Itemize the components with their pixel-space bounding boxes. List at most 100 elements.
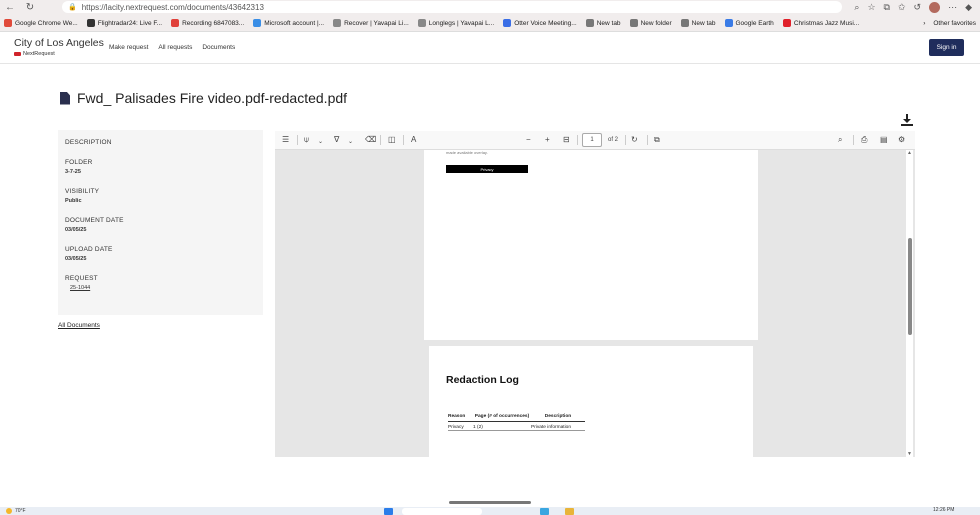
history-icon[interactable]: ↺: [914, 2, 922, 13]
toolbar-separator: [853, 135, 854, 145]
all-documents-link[interactable]: All Documents: [58, 322, 100, 329]
toolbar-separator: [380, 135, 381, 145]
zoom-icon[interactable]: ⌕: [854, 2, 859, 13]
contents-icon[interactable]: ☰: [282, 135, 289, 145]
bookmark-label: Google Chrome We...: [15, 19, 78, 27]
bookmark-favicon-icon: [171, 19, 180, 27]
bookmark-item[interactable]: Recording 6847083...: [171, 19, 244, 27]
meta-upload-date-value: 03/05/25: [65, 256, 87, 262]
page1-text: made available overlay.: [446, 150, 488, 155]
bookmark-label: New folder: [640, 19, 672, 27]
top-nav: Make request All requests Documents: [109, 44, 235, 51]
settings-gear-icon[interactable]: ⚙: [898, 135, 905, 145]
bookmark-label: Recording 6847083...: [182, 19, 245, 27]
bookmark-item[interactable]: Christmas Jazz Musi...: [782, 19, 859, 27]
copilot-icon[interactable]: ◆: [965, 2, 972, 13]
bookmark-item[interactable]: Flightradar24: Live F...: [86, 19, 162, 27]
browser-actions: ⌕ ☆ ⧉ ✩ ↺ ⋯ ◆: [854, 0, 980, 15]
read-aloud-icon[interactable]: A: [411, 135, 416, 145]
save-icon[interactable]: ▤: [880, 135, 888, 145]
header-page: Page (# of occurrences): [474, 414, 530, 419]
bookmark-label: Recover | Yavapai Li...: [344, 19, 409, 27]
toolbar-separator: [403, 135, 404, 145]
bookmark-item[interactable]: New folder: [629, 19, 672, 27]
url-bar[interactable]: 🔒 https://lacity.nextrequest.com/documen…: [62, 1, 842, 13]
scroll-up-icon[interactable]: ▲: [906, 150, 913, 156]
page-total: of 2: [608, 137, 619, 143]
scroll-thumb[interactable]: [908, 238, 912, 335]
taskbar: 70°F 12:26 PM: [0, 507, 980, 515]
fit-page-icon[interactable]: ⊟: [563, 135, 570, 145]
sign-in-button[interactable]: Sign in: [929, 39, 964, 56]
bookmark-item[interactable]: Longlegs | Yavapai L...: [417, 19, 494, 27]
bookmark-favicon-icon: [333, 19, 342, 27]
favorites-icon[interactable]: ✩: [898, 2, 906, 13]
more-icon[interactable]: ⋯: [948, 2, 957, 13]
bookmark-item[interactable]: Otter Voice Meeting...: [503, 19, 577, 27]
bookmark-item[interactable]: Google Chrome We...: [4, 19, 78, 27]
viewer-scrollbar[interactable]: ▲ ▼: [906, 150, 913, 457]
bookmark-favicon-icon: [86, 19, 95, 27]
bookmark-favicon-icon: [585, 19, 594, 27]
zoom-out-icon[interactable]: −: [526, 135, 531, 145]
favorite-star-icon[interactable]: ☆: [867, 2, 875, 13]
bookmark-item[interactable]: Google Earth: [724, 19, 774, 27]
bookmark-item[interactable]: Microsoft account |...: [253, 19, 324, 27]
nav-documents[interactable]: Documents: [202, 44, 235, 51]
page-view-icon[interactable]: ⧉: [654, 135, 660, 145]
nav-all-requests[interactable]: All requests: [158, 44, 192, 51]
bookmark-item[interactable]: Recover | Yavapai Li...: [333, 19, 409, 27]
start-icon[interactable]: [384, 508, 393, 515]
file-explorer-icon[interactable]: [565, 508, 574, 515]
bookmarks-bar: Google Chrome We... Flightradar24: Live F…: [0, 15, 980, 32]
draw-options-chevron-icon[interactable]: ⌄: [348, 137, 353, 147]
bookmark-favicon-icon: [724, 19, 733, 27]
other-favorites[interactable]: › Other favorites: [923, 15, 976, 32]
page-number-input[interactable]: 1: [582, 133, 602, 147]
meta-folder-label: FOLDER: [65, 159, 93, 166]
refresh-icon[interactable]: ↻: [20, 2, 40, 13]
zoom-in-icon[interactable]: +: [545, 135, 550, 145]
bookmark-item[interactable]: New tab: [585, 19, 621, 27]
meta-description: DESCRIPTION: [65, 139, 256, 146]
meta-folder-value: 3-7-25: [65, 169, 81, 175]
draw-icon[interactable]: ∇: [334, 135, 339, 145]
profile-avatar[interactable]: [929, 2, 941, 13]
brand[interactable]: City of Los Angeles NextRequest: [14, 37, 104, 57]
brand-subtitle-text: NextRequest: [23, 51, 55, 57]
edge-icon[interactable]: [540, 508, 549, 515]
horizontal-scrollbar[interactable]: [449, 501, 531, 504]
table-header: Reason Page (# of occurrences) Descripti…: [448, 408, 585, 422]
meta-upload-date: UPLOAD DATE 03/05/25: [65, 246, 256, 262]
view-mode-icon[interactable]: ◫: [388, 135, 396, 145]
bookmark-item[interactable]: New tab: [680, 19, 716, 27]
header-description: Description: [544, 414, 572, 419]
weather-widget[interactable]: 70°F: [6, 508, 26, 514]
nav-make-request[interactable]: Make request: [109, 44, 148, 51]
url-text: https://lacity.nextrequest.com/documents…: [81, 2, 264, 12]
bookmark-label: Otter Voice Meeting...: [514, 19, 577, 27]
print-icon[interactable]: ⎙: [861, 135, 867, 145]
document-title-row: Fwd_ Palisades Fire video.pdf-redacted.p…: [60, 90, 347, 106]
request-link[interactable]: 25-1044: [70, 285, 256, 291]
bookmark-label: New tab: [596, 19, 621, 27]
brand-subtitle: NextRequest: [14, 51, 104, 57]
search-icon[interactable]: ⌕: [838, 135, 842, 145]
highlight-icon[interactable]: ⍦: [304, 135, 309, 145]
chevron-right-icon[interactable]: ›: [923, 20, 925, 27]
scroll-down-icon[interactable]: ▼: [906, 451, 913, 457]
back-icon[interactable]: ←: [0, 2, 20, 13]
meta-request: REQUEST 25-1044: [65, 275, 256, 291]
weather-temp: 70°F: [15, 508, 26, 514]
eraser-icon[interactable]: ⌫: [365, 135, 376, 145]
highlight-options-chevron-icon[interactable]: ⌄: [318, 137, 323, 147]
extensions-icon[interactable]: ⧉: [884, 2, 890, 13]
taskbar-search[interactable]: [402, 508, 482, 515]
meta-description-label: DESCRIPTION: [65, 139, 112, 146]
table-row: Privacy 1 (2) Private information: [448, 422, 585, 431]
rotate-icon[interactable]: ↻: [631, 135, 638, 145]
redaction-log-title: Redaction Log: [446, 374, 519, 386]
download-icon[interactable]: [901, 114, 913, 127]
meta-visibility: VISIBILITY Public: [65, 188, 256, 204]
bookmark-favicon-icon: [503, 19, 512, 27]
